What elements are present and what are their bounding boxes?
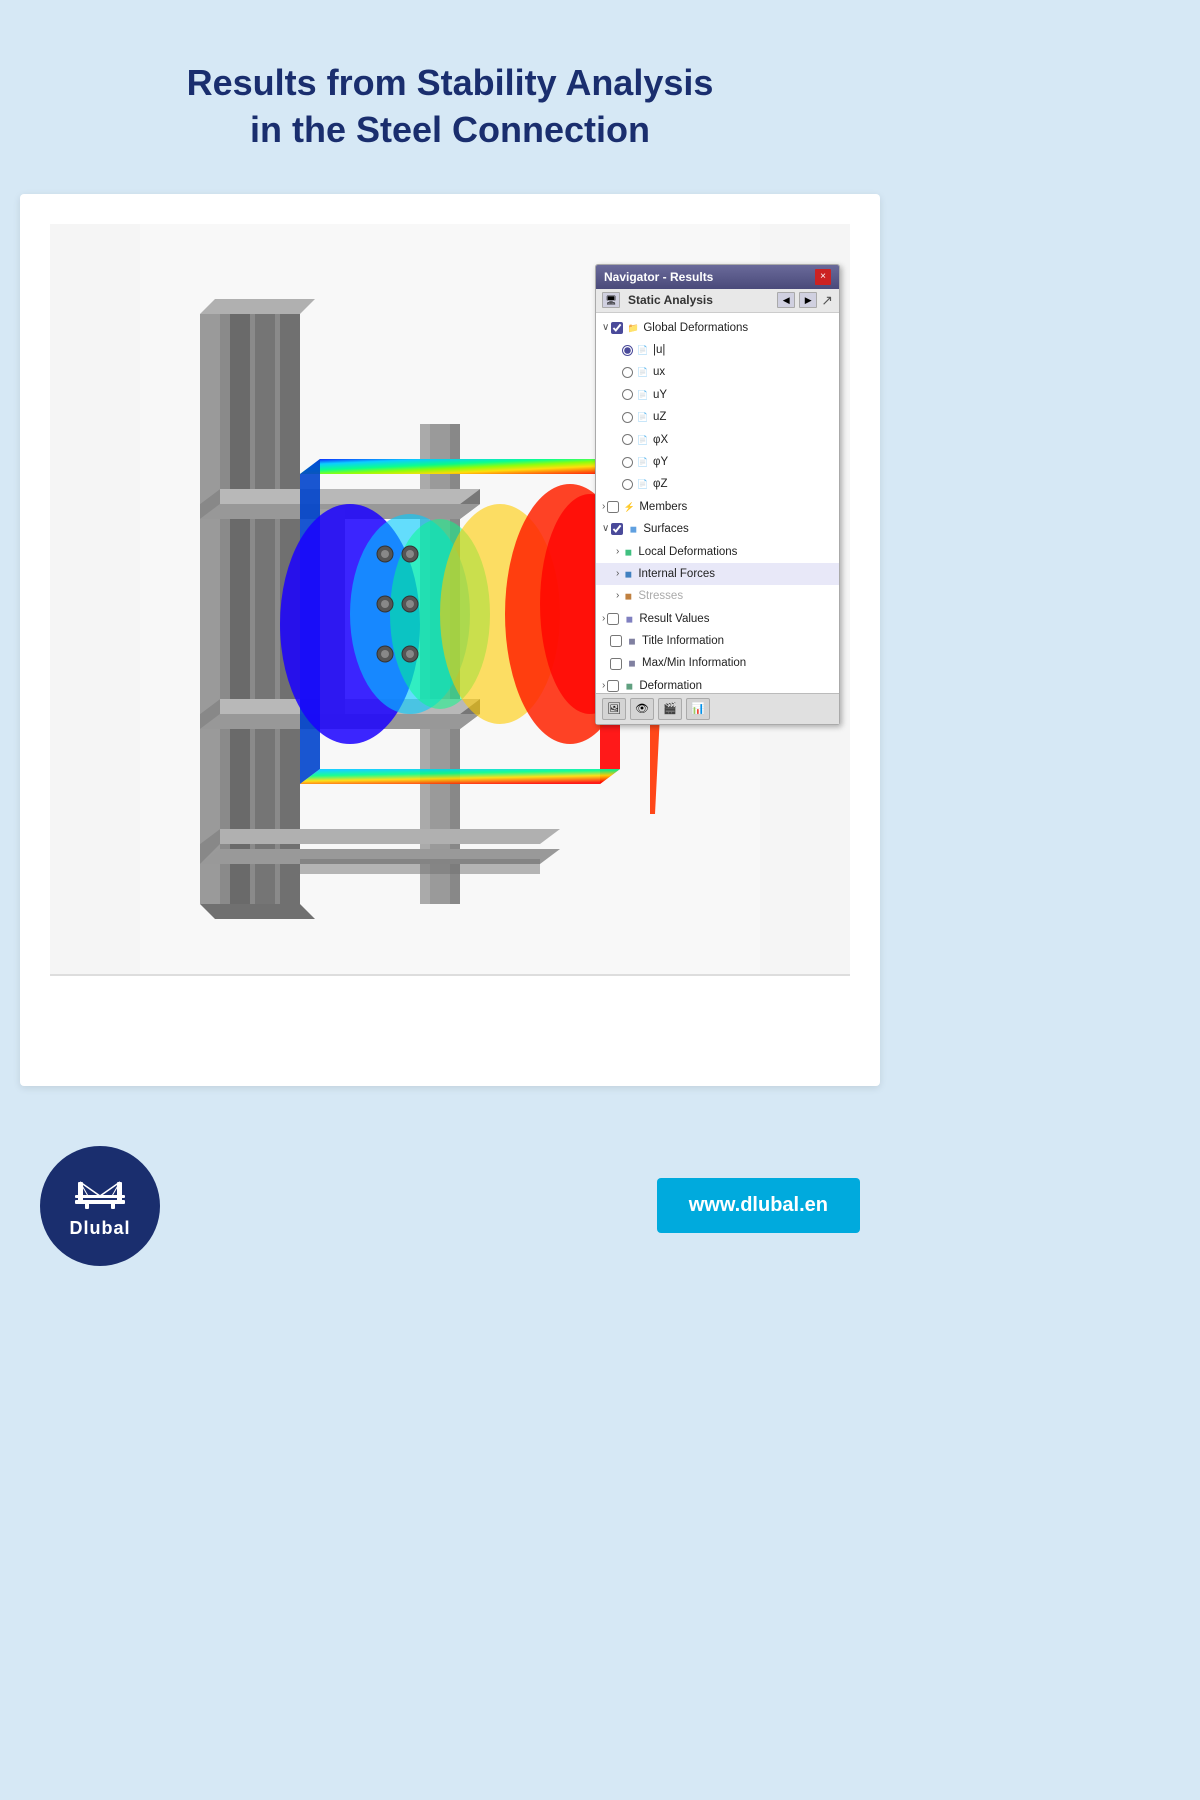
navigator-footer: 🖼 👁 🎬 📊 [596,693,839,724]
navigator-panel: Navigator - Results × 🖥 Static Analysis … [595,264,840,725]
phiy-radio[interactable] [622,457,633,468]
model-area: Navigator - Results × 🖥 Static Analysis … [50,224,850,974]
doc-icon: 📄 [636,343,650,357]
website-button[interactable]: www.dlubal.en [657,1178,860,1233]
nav-item-local-deformations[interactable]: › ◼ Local Deformations [596,541,839,563]
phiz-radio[interactable] [622,479,633,490]
nav-item-phix[interactable]: 📄 φX [596,429,839,451]
page-header: Results from Stability Analysis in the S… [0,0,900,184]
local-def-icon: ◼ [621,545,635,559]
result-values-checkbox[interactable] [607,613,619,625]
nav-view-button[interactable]: 👁 [630,698,654,720]
content-area: Navigator - Results × 🖥 Static Analysis … [50,224,850,974]
nav-item-result-values[interactable]: › ◼ Result Values [596,608,839,630]
nav-item-members-top[interactable]: › ⚡ Members [596,496,839,518]
doc-icon-phix: 📄 [636,433,650,447]
nav-item-uz[interactable]: 📄 uZ [596,406,839,428]
nav-item-surfaces[interactable]: ∨ ◼ Surfaces [596,518,839,540]
deformation-label: Deformation [639,677,702,693]
nav-chart-button[interactable]: 📊 [686,698,710,720]
navigator-close-button[interactable]: × [815,269,831,285]
nav-item-u-abs[interactable]: 📄 |u| [596,339,839,361]
doc-icon-phiz: 📄 [636,478,650,492]
nav-item-stresses[interactable]: › ◼ Stresses [596,585,839,607]
phiz-label: φZ [653,475,667,493]
phix-radio[interactable] [622,434,633,445]
global-deformations-checkbox[interactable] [611,322,623,334]
ux-label: ux [653,363,665,381]
internal-forces-icon: ◼ [621,567,635,581]
uz-radio[interactable] [622,412,633,423]
page-title: Results from Stability Analysis in the S… [40,60,860,154]
nav-item-deformation[interactable]: › ◼ Deformation [596,675,839,693]
title-info-icon: ◼ [625,634,639,648]
doc-icon-ux: 📄 [636,366,650,380]
deformation-icon: ◼ [622,679,636,693]
title-info-checkbox[interactable] [610,635,622,647]
u-abs-label: |u| [653,341,665,359]
maxmin-checkbox[interactable] [610,658,622,670]
nav-item-maxmin[interactable]: ◼ Max/Min Information [596,652,839,674]
doc-icon-phiy: 📄 [636,455,650,469]
navigator-toolbar: 🖥 Static Analysis ◀ ▶ ↗ [596,289,839,313]
deformation-checkbox[interactable] [607,680,619,692]
nav-arrow-right[interactable]: ▶ [799,292,817,308]
navigator-header: Navigator - Results × [596,265,839,289]
result-values-label: Result Values [639,610,709,628]
surfaces-checkbox[interactable] [611,523,623,535]
maxmin-icon: ◼ [625,657,639,671]
nav-video-button[interactable]: 🎬 [658,698,682,720]
global-deformations-label: Global Deformations [643,319,748,337]
nav-arrow-left[interactable]: ◀ [777,292,795,308]
footer: Dlubal www.dlubal.en [20,1116,880,1306]
nav-item-ux[interactable]: 📄 ux [596,361,839,383]
phiy-label: φY [653,453,668,471]
nav-item-global-deformations[interactable]: ∨ 📁 Global Deformations [596,317,839,339]
uz-label: uZ [653,408,666,426]
nav-item-phiz[interactable]: 📄 φZ [596,473,839,495]
nav-item-title-information[interactable]: ◼ Title Information [596,630,839,652]
navigator-body[interactable]: ∨ 📁 Global Deformations 📄 |u| [596,313,839,693]
result-values-icon: ◼ [622,612,636,626]
surfaces-icon: ◼ [626,522,640,536]
bottom-space [50,976,850,1056]
static-analysis-label: Static Analysis [624,293,773,307]
folder-icon: 📁 [626,321,640,335]
nav-icon-left[interactable]: 🖥 [602,292,620,308]
dlubal-logo-svg [70,1172,130,1212]
dlubal-logo: Dlubal [40,1146,160,1266]
nav-item-phiy[interactable]: 📄 φY [596,451,839,473]
members-top-label: Members [639,498,687,516]
cursor-indicator: ↗ [821,292,833,309]
brand-name: Dlubal [69,1218,130,1239]
surfaces-label: Surfaces [643,520,688,538]
stresses-icon: ◼ [621,589,635,603]
nav-item-internal-forces[interactable]: › ◼ Internal Forces [596,563,839,585]
nav-item-uy[interactable]: 📄 uY [596,384,839,406]
local-deformations-label: Local Deformations [638,543,737,561]
members-top-checkbox[interactable] [607,501,619,513]
title-information-label: Title Information [642,632,724,650]
doc-icon-uy: 📄 [636,388,650,402]
uy-radio[interactable] [622,389,633,400]
maxmin-label: Max/Min Information [642,654,746,672]
ux-radio[interactable] [622,367,633,378]
u-abs-radio[interactable] [622,345,633,356]
members-icon: ⚡ [622,500,636,514]
doc-icon-uz: 📄 [636,410,650,424]
uy-label: uY [653,386,667,404]
stresses-label: Stresses [638,587,683,605]
internal-forces-label: Internal Forces [638,565,715,583]
phix-label: φX [653,431,668,449]
main-card: Navigator - Results × 🖥 Static Analysis … [20,194,880,1086]
nav-render-button[interactable]: 🖼 [602,698,626,720]
navigator-title: Navigator - Results [604,270,713,284]
